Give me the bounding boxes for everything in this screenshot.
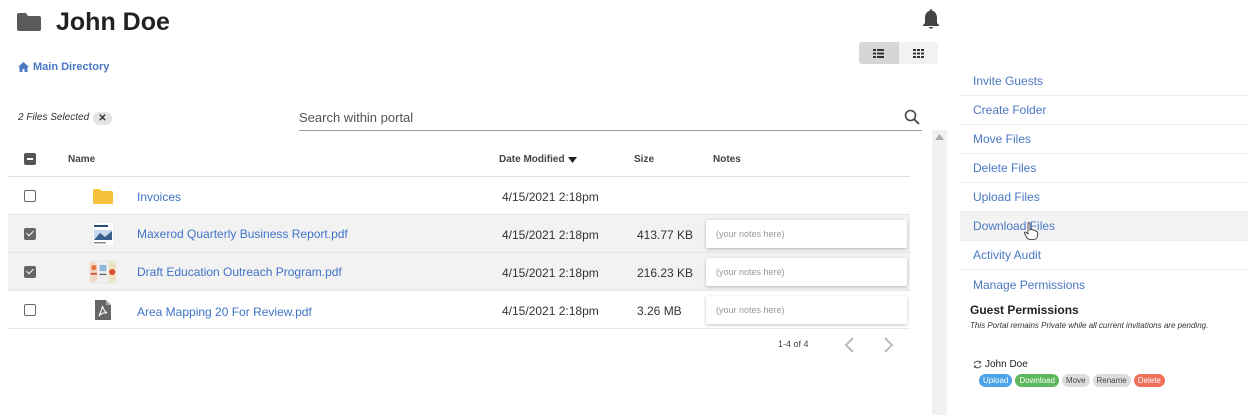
notes-input[interactable] (706, 258, 907, 286)
column-header-date-modified[interactable]: Date Modified (499, 154, 577, 165)
file-name-link[interactable]: Area Mapping 20 For Review.pdf (137, 305, 312, 319)
clear-selection-button[interactable]: ✕ (93, 112, 112, 125)
folder-icon (17, 13, 41, 31)
guest-name: John Doe (985, 359, 1028, 370)
page-title: John Doe (56, 8, 170, 36)
view-toggle (859, 42, 938, 64)
breadcrumb[interactable]: Main Directory (18, 61, 109, 73)
invite-guests-link[interactable]: Invite Guests (960, 67, 1248, 96)
table-header: Name Date Modified Size Notes (8, 143, 910, 177)
file-date: 4/15/2021 2:18pm (502, 190, 599, 204)
activity-audit-link[interactable]: Activity Audit (960, 241, 1248, 270)
file-name-link[interactable]: Maxerod Quarterly Business Report.pdf (137, 227, 348, 241)
permission-badges: Upload Download Move Rename Delete (979, 374, 1165, 387)
file-date: 4/15/2021 2:18pm (502, 304, 599, 318)
file-table: Name Date Modified Size Notes Invoices 4… (8, 143, 910, 329)
permission-badge-download[interactable]: Download (1015, 374, 1059, 387)
scrollbar[interactable] (932, 130, 947, 415)
sort-descending-icon (567, 156, 577, 163)
file-size: 216.23 KB (637, 266, 694, 280)
file-date: 4/15/2021 2:18pm (502, 228, 599, 242)
refresh-icon[interactable] (973, 360, 982, 369)
row-checkbox[interactable] (24, 190, 36, 202)
notes-input[interactable] (706, 296, 907, 324)
column-header-name[interactable]: Name (68, 154, 95, 165)
column-header-notes: Notes (713, 154, 741, 165)
chevron-left-icon[interactable] (843, 336, 857, 354)
file-size: 3.26 MB (637, 304, 682, 318)
permission-badge-rename[interactable]: Rename (1092, 374, 1131, 387)
folder-icon (89, 184, 117, 208)
permission-badge-upload[interactable]: Upload (979, 374, 1013, 387)
download-files-link[interactable]: Download Files (960, 212, 1248, 241)
guest-permissions-title: Guest Permissions (970, 303, 1079, 317)
column-header-date-label: Date Modified (499, 154, 565, 165)
pagination-label: 1-4 of 4 (778, 339, 809, 349)
bell-icon[interactable] (921, 8, 941, 30)
files-selected-label: 2 Files Selected (18, 112, 90, 123)
document-thumbnail (89, 222, 117, 246)
file-date: 4/15/2021 2:18pm (502, 266, 599, 280)
file-name-link[interactable]: Invoices (137, 190, 181, 204)
table-row[interactable]: Draft Education Outreach Program.pdf 4/1… (8, 253, 910, 291)
search-input[interactable] (299, 107, 889, 127)
home-icon (18, 62, 29, 72)
move-files-link[interactable]: Move Files (960, 125, 1248, 154)
search-bar (299, 105, 922, 131)
column-header-size[interactable]: Size (634, 154, 654, 165)
grid-view-icon (912, 48, 924, 58)
pdf-file-icon (89, 298, 117, 322)
table-row[interactable]: Invoices 4/15/2021 2:18pm (8, 177, 910, 215)
row-checkbox[interactable] (24, 266, 36, 278)
manage-permissions-link[interactable]: Manage Permissions (960, 270, 1248, 299)
file-name-link[interactable]: Draft Education Outreach Program.pdf (137, 265, 342, 279)
breadcrumb-label: Main Directory (33, 61, 110, 73)
notes-input[interactable] (706, 220, 907, 248)
list-view-icon (873, 48, 885, 58)
list-view-button[interactable] (859, 42, 899, 64)
table-row[interactable]: Maxerod Quarterly Business Report.pdf 4/… (8, 215, 910, 253)
search-icon[interactable] (904, 109, 920, 125)
permission-badge-move[interactable]: Move (1061, 374, 1090, 387)
row-checkbox[interactable] (24, 304, 36, 316)
pointer-cursor-icon (1024, 222, 1038, 240)
upload-files-link[interactable]: Upload Files (960, 183, 1248, 212)
guest-permissions-note: This Portal remains Private while all cu… (970, 321, 1209, 330)
row-checkbox[interactable] (24, 228, 36, 240)
actions-panel: Invite Guests Create Folder Move Files D… (960, 67, 1248, 299)
create-folder-link[interactable]: Create Folder (960, 96, 1248, 125)
scroll-up-arrow-icon[interactable] (935, 133, 944, 140)
grid-view-button[interactable] (899, 42, 939, 64)
document-thumbnail (89, 260, 117, 284)
table-row[interactable]: Area Mapping 20 For Review.pdf 4/15/2021… (8, 291, 910, 329)
guest-entry: John Doe (973, 359, 1028, 370)
permission-badge-delete[interactable]: Delete (1133, 374, 1165, 387)
select-all-checkbox[interactable] (24, 153, 36, 165)
file-size: 413.77 KB (637, 228, 694, 242)
chevron-right-icon[interactable] (881, 336, 895, 354)
delete-files-link[interactable]: Delete Files (960, 154, 1248, 183)
